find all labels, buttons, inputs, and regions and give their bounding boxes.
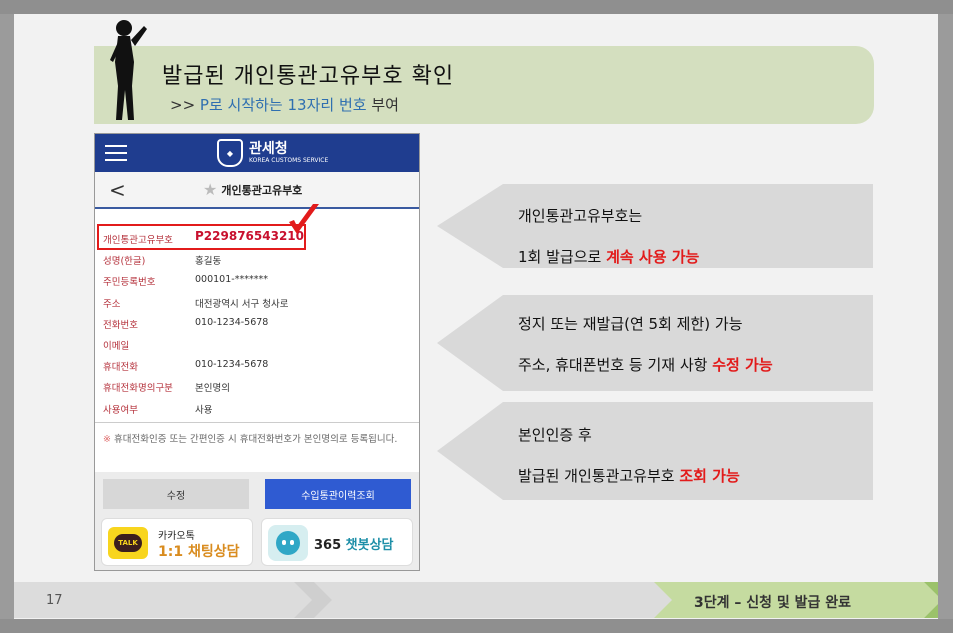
page-title: 발급된 개인통관고유부호 확인 — [162, 64, 455, 89]
field-row: 휴대전화명의구분 본인명의 — [103, 383, 230, 395]
panel2-line1: 정지 또는 재발급(연 5회 제한) 가능 — [518, 315, 743, 333]
back-chevron-icon[interactable]: < — [109, 178, 126, 202]
brand-name: 관세청 — [249, 140, 288, 157]
brand-name-en: KOREA CUSTOMS SERVICE — [249, 156, 329, 164]
menu-icon[interactable] — [105, 145, 127, 161]
panel1-line1: 개인통관고유부호는 — [518, 207, 643, 225]
customs-logo: ◆ 관세청 KOREA CUSTOMS SERVICE — [217, 139, 328, 167]
top-bar — [0, 0, 953, 14]
panel2-line2: 주소, 휴대폰번호 등 기재 사항 수정 가능 — [518, 356, 773, 374]
chatbot-card[interactable]: 365 챗봇상담 — [261, 518, 413, 566]
phone-page-title: ★ 개인통관고유부호 — [203, 180, 303, 199]
field-row: 휴대전화 010-1234-5678 — [103, 359, 269, 374]
bottom-strip — [0, 619, 953, 633]
slide: 발급된 개인통관고유부호 확인 >> P로 시작하는 13자리 번호 부여 ◆ … — [0, 0, 953, 633]
star-icon[interactable]: ★ — [203, 180, 217, 199]
checkmark-icon — [289, 204, 319, 234]
edit-button[interactable]: 수정 — [103, 479, 249, 509]
footer-bar: 17 3단계 – 신청 및 발급 완료 — [0, 582, 953, 618]
field-row: 이메일 — [103, 340, 130, 352]
page-number: 17 — [46, 593, 63, 608]
button-area: 수정 수입통관이력조회 TALK 카카오톡 1:1 채팅상담 365 챗봇상담 — [95, 472, 419, 570]
panel1-line2: 1회 발급으로 계속 사용 가능 — [518, 248, 700, 266]
field-list: 개인통관고유부호 P229876543210 성명(한글) 홍길동 주민등록번호 00… — [103, 228, 413, 419]
phone-subheader: < ★ 개인통관고유부호 — [95, 172, 419, 209]
notice-text: ※ 휴대전화인증 또는 간편인증 시 휴대전화번호가 본인명의로 등록됩니다. — [103, 434, 398, 445]
phone-app-bar: ◆ 관세청 KOREA CUSTOMS SERVICE — [95, 134, 419, 172]
emblem-icon: ◆ — [217, 139, 243, 167]
chatbot-icon — [268, 525, 308, 561]
field-row: 전화번호 010-1234-5678 — [103, 316, 269, 331]
field-row: 주소 대전광역시 서구 청사로 — [103, 298, 289, 310]
page-subtitle: >> P로 시작하는 13자리 번호 부여 — [170, 96, 399, 114]
kakao-chat-card[interactable]: TALK 카카오톡 1:1 채팅상담 — [101, 518, 253, 566]
panel3-line2: 발급된 개인통관고유부호 조회 가능 — [518, 467, 740, 485]
highlight-box — [97, 224, 306, 250]
kakao-talk-icon: TALK — [108, 527, 148, 559]
field-row: 사용여부 사용 — [103, 404, 213, 416]
import-history-button[interactable]: 수입통관이력조회 — [265, 479, 411, 509]
panel3-line1: 본인인증 후 — [518, 426, 592, 444]
phone-screenshot: ◆ 관세청 KOREA CUSTOMS SERVICE < ★ 개인통관고유부호… — [94, 133, 420, 571]
step-label: 3단계 – 신청 및 발급 완료 — [694, 595, 852, 611]
field-row: 성명(한글) 홍길동 — [103, 256, 222, 268]
divider — [95, 422, 419, 423]
presenter-silhouette-icon — [110, 20, 147, 120]
field-row: 주민등록번호 000101-******* — [103, 274, 268, 289]
info-panel-2 — [437, 295, 873, 391]
